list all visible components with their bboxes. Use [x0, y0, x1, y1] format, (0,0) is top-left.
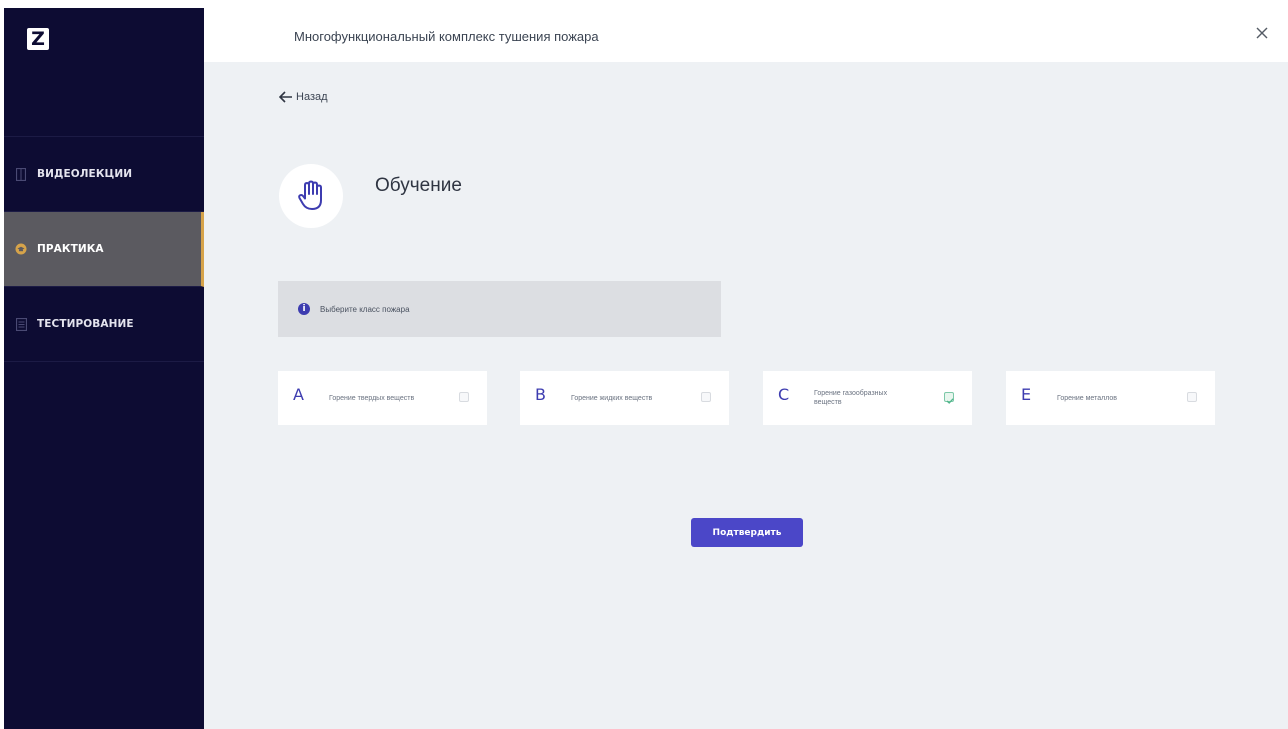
fire-class-description: Горение газообразных веществ [814, 390, 888, 406]
close-button[interactable] [1252, 23, 1272, 43]
fire-class-card-b[interactable]: B Горение жидких веществ [520, 371, 729, 425]
fire-class-checkbox[interactable] [459, 392, 469, 402]
fire-class-description: Горение жидких веществ [571, 394, 653, 402]
info-icon: i [298, 303, 310, 315]
list-icon [15, 317, 27, 331]
back-link[interactable]: Назад [279, 91, 328, 103]
page-title: Обучение [375, 175, 462, 196]
info-text: Выберите класс пожара [320, 304, 410, 314]
fire-class-card-a[interactable]: A Горение твердых веществ [278, 371, 487, 425]
document-icon [15, 167, 27, 181]
fire-class-letter: B [535, 385, 546, 404]
app-logo: Z [27, 28, 49, 50]
close-icon [1256, 27, 1268, 39]
graduation-cap-icon [15, 242, 27, 256]
sidebar-item-label: ВИДЕОЛЕКЦИИ [37, 168, 133, 180]
fire-class-checkbox[interactable] [701, 392, 711, 402]
check-icon [946, 398, 954, 404]
sidebar-item-label: ПРАКТИКА [37, 243, 104, 255]
fire-class-checkbox[interactable] [944, 392, 954, 404]
app-window: Z ВИДЕОЛЕКЦИИ ПРАКТИКА ТЕСТИРОВАНИЕ Мног… [4, 8, 1288, 729]
fire-class-description: Горение твердых веществ [329, 394, 415, 402]
fire-class-letter: A [293, 385, 304, 404]
sidebar: Z ВИДЕОЛЕКЦИИ ПРАКТИКА ТЕСТИРОВАНИЕ [4, 8, 204, 729]
sidebar-item-label: ТЕСТИРОВАНИЕ [37, 318, 134, 330]
sidebar-item-videolectures[interactable]: ВИДЕОЛЕКЦИИ [4, 137, 204, 212]
arrow-left-icon [279, 91, 292, 103]
fire-class-letter: C [778, 385, 790, 404]
title-bar: Многофункциональный комплекс тушения пож… [204, 8, 1288, 62]
hand-icon-badge [279, 164, 343, 228]
fire-class-card-e[interactable]: E Горение металлов [1006, 371, 1215, 425]
sidebar-item-practice[interactable]: ПРАКТИКА [4, 212, 204, 287]
hand-icon [298, 180, 322, 210]
confirm-button[interactable]: Подтвердить [691, 518, 803, 547]
fire-class-description: Горение металлов [1057, 394, 1117, 402]
fire-class-checkbox[interactable] [1187, 392, 1197, 402]
fire-class-card-c[interactable]: C Горение газообразных веществ [763, 371, 972, 425]
sidebar-item-testing[interactable]: ТЕСТИРОВАНИЕ [4, 287, 204, 362]
back-label: Назад [296, 91, 328, 103]
window-title: Многофункциональный комплекс тушения пож… [294, 29, 599, 44]
fire-class-letter: E [1021, 385, 1032, 404]
main-content: Многофункциональный комплекс тушения пож… [204, 8, 1288, 729]
info-banner: i Выберите класс пожара [278, 281, 721, 337]
